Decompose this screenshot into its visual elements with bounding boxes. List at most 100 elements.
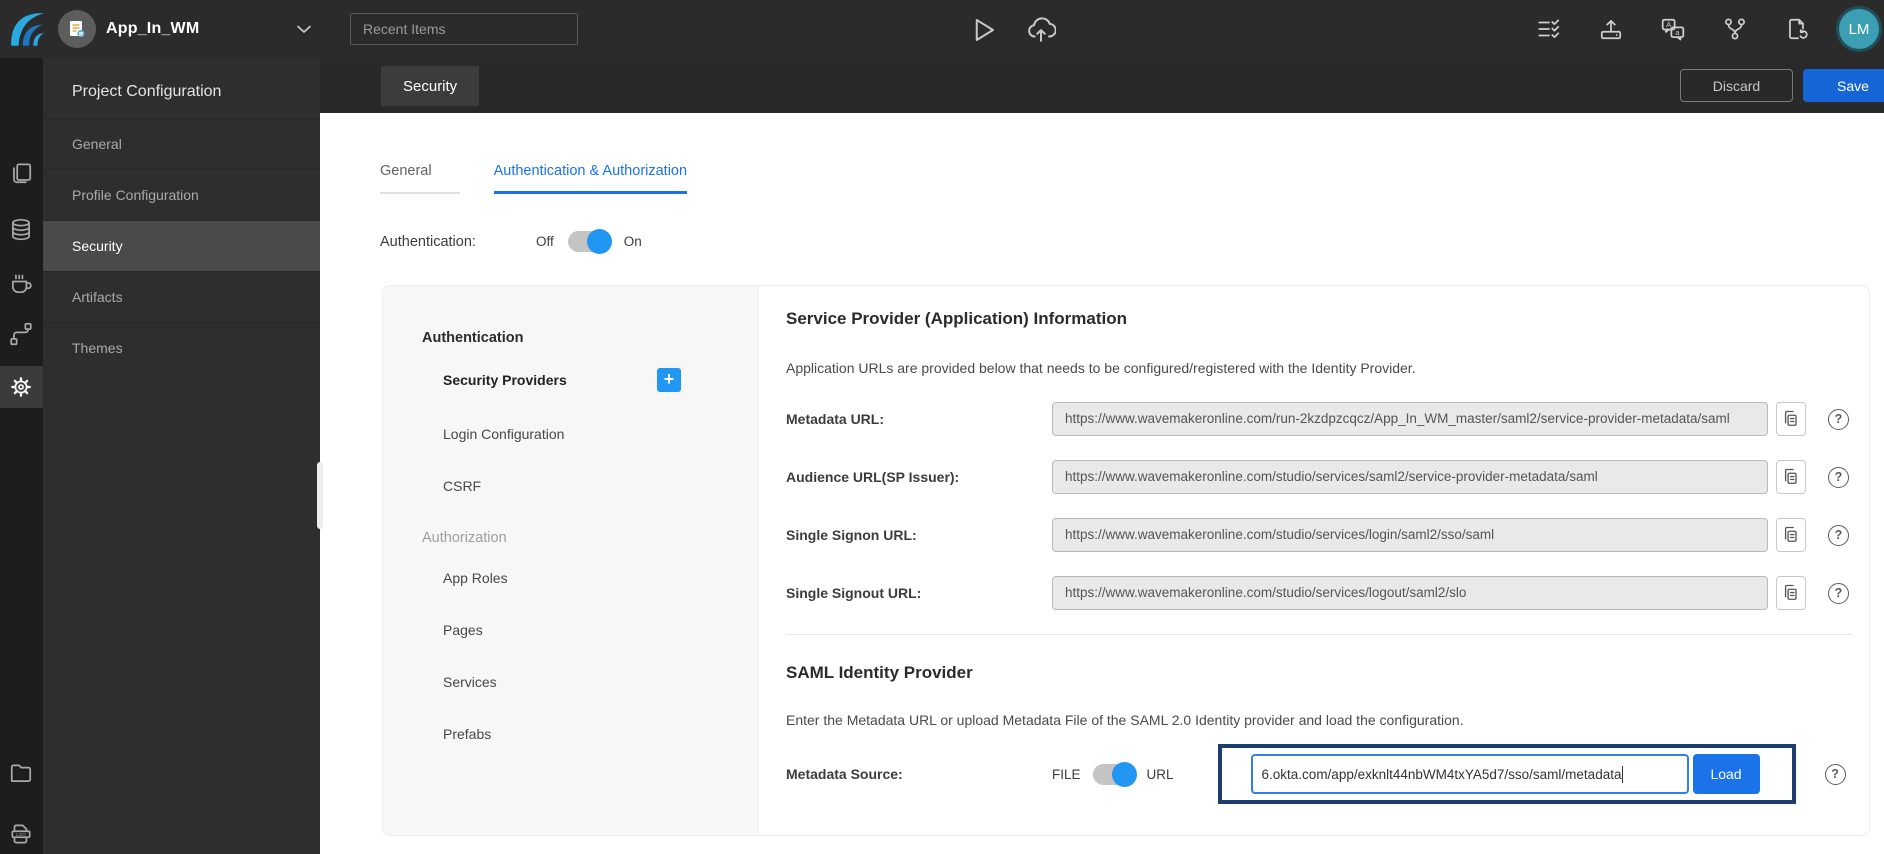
saml-idp-description: Enter the Metadata URL or upload Metadat… [786,712,1464,728]
panel-title: Project Configuration [72,83,222,100]
page-header-bar: Security Discard Save [320,58,1884,113]
subnav-item-app-roles[interactable]: App Roles [443,570,758,586]
copy-button[interactable] [1776,576,1806,610]
single-signout-url-label: Single Signout URL: [786,585,922,601]
saml-config-panel: Service Provider (Application) Informati… [759,286,1869,835]
subnav-section-authorization: Authorization [422,530,507,546]
subnav-item-prefabs[interactable]: Prefabs [443,726,758,742]
project-name: App_In_WM [106,20,200,37]
audience-url-label: Audience URL(SP Issuer): [786,469,960,485]
add-security-provider-button[interactable]: + [657,368,681,392]
metadata-url-input-group: 6.okta.com/app/exknlt44nbWM4txYA5d7/sso/… [1217,744,1796,804]
settings-tabs: General Authentication & Authorization [380,163,688,194]
authentication-label: Authentication: [380,233,476,250]
authentication-toggle-row: Authentication: Off On [380,229,642,254]
subnav-item-services[interactable]: Services [443,674,758,690]
copy-icon [1784,410,1797,426]
chevron-down-icon[interactable] [292,17,316,41]
scrollbar-thumb[interactable] [317,462,323,529]
sp-info-title: Service Provider (Application) Informati… [786,309,1128,328]
load-button[interactable]: Load [1692,754,1760,794]
field-row-metadata-url: Metadata URL: https://www.wavemakeronlin… [786,390,1853,448]
metadata-source-toggle[interactable] [1092,761,1137,787]
translate-icon[interactable]: A a [1660,16,1686,42]
open-page-tab-security[interactable]: Security [381,66,480,106]
discard-button[interactable]: Discard [1680,69,1793,102]
copy-button[interactable] [1776,402,1806,436]
top-bar: App_In_WM A a [0,0,1884,58]
metadata-source-row: Metadata Source: FILE URL 6.okta.com/app… [786,744,1853,804]
copy-button[interactable] [1776,518,1806,552]
metadata-url-value[interactable]: https://www.wavemakeronline.com/run-2kzd… [1052,402,1768,436]
single-signon-url-label: Single Signon URL: [786,527,917,543]
toggle-knob [586,229,612,254]
logs-icon[interactable]: LOG [8,821,34,847]
project-configuration-panel: Project Configuration General Profile Co… [43,58,320,854]
sidebar-item-themes[interactable]: Themes [43,322,320,373]
file-explorer-icon[interactable] [8,760,34,786]
sidebar-item-profile-configuration[interactable]: Profile Configuration [43,169,320,220]
api-connector-icon[interactable] [8,321,34,347]
pages-icon[interactable] [8,160,34,186]
workspace-rail: LOG [0,58,43,854]
toggle-knob [1111,761,1137,787]
url-label: URL [1146,766,1174,782]
sidebar-item-general[interactable]: General [43,118,320,169]
subnav-item-pages[interactable]: Pages [443,622,758,638]
metadata-url-label: Metadata URL: [786,411,885,427]
single-signout-url-value[interactable]: https://www.wavemakeronline.com/studio/s… [1052,576,1768,610]
recent-items-input[interactable] [350,13,578,45]
help-icon[interactable]: ? [1828,408,1849,430]
tab-authentication-authorization[interactable]: Authentication & Authorization [493,163,688,194]
subnav-item-csrf[interactable]: CSRF [443,478,758,494]
file-label: FILE [1052,766,1081,782]
copy-icon [1784,584,1797,600]
project-icon[interactable] [58,10,96,48]
wavemaker-logo-icon[interactable] [6,8,48,50]
single-signon-url-value[interactable]: https://www.wavemakeronline.com/studio/s… [1052,518,1768,552]
run-preview-icon[interactable] [968,15,998,45]
database-icon[interactable] [8,217,34,243]
section-divider [786,634,1853,635]
field-row-audience-url: Audience URL(SP Issuer): https://www.wav… [786,448,1853,506]
field-row-single-signon-url: Single Signon URL: https://www.wavemaker… [786,506,1853,564]
metadata-source-label: Metadata Source: [786,766,903,782]
sp-url-fields: Metadata URL: https://www.wavemakeronlin… [786,390,1853,622]
audience-url-value[interactable]: https://www.wavemakeronline.com/studio/s… [1052,460,1768,494]
user-avatar[interactable]: LM [1836,6,1882,52]
sidebar-item-artifacts[interactable]: Artifacts [43,271,320,322]
cloud-deploy-icon[interactable] [1026,14,1056,44]
security-subnav: Authentication Security Providers + Logi… [383,286,759,835]
security-card: Authentication Security Providers + Logi… [382,285,1870,836]
subnav-item-security-providers[interactable]: Security Providers + [443,368,758,392]
help-icon[interactable]: ? [1824,763,1846,785]
settings-gear-icon[interactable] [8,374,34,400]
idp-metadata-url-input[interactable]: 6.okta.com/app/exknlt44nbWM4txYA5d7/sso/… [1250,754,1689,794]
copy-icon [1784,468,1797,484]
java-services-icon[interactable] [8,269,34,295]
file-sync-icon[interactable] [1784,16,1810,42]
copy-icon [1784,526,1797,542]
save-button[interactable]: Save [1803,69,1884,102]
toggle-off-label: Off [536,234,554,249]
version-control-icon[interactable] [1722,16,1748,42]
help-icon[interactable]: ? [1828,524,1849,546]
authentication-toggle[interactable] [567,229,612,254]
field-row-single-signout-url: Single Signout URL: https://www.wavemake… [786,564,1853,622]
wavemaker-studio: App_In_WM A a [0,0,1884,854]
toggle-on-label: On [623,234,642,249]
saml-idp-title: SAML Identity Provider [786,663,973,682]
export-project-icon[interactable] [1598,16,1624,42]
tab-general[interactable]: General [380,163,460,194]
help-icon[interactable]: ? [1828,466,1849,488]
help-icon[interactable]: ? [1828,582,1849,604]
copy-button[interactable] [1776,460,1806,494]
checklist-icon[interactable] [1536,16,1562,42]
log-icon-label: LOG [16,832,26,838]
topbar-icon-group: A a [1536,16,1810,42]
svg-text:a: a [1675,28,1680,37]
sidebar-item-security[interactable]: Security [43,220,320,271]
text-caret [1622,765,1624,783]
security-settings-content: General Authentication & Authorization A… [320,113,1884,854]
subnav-item-login-configuration[interactable]: Login Configuration [443,426,758,442]
